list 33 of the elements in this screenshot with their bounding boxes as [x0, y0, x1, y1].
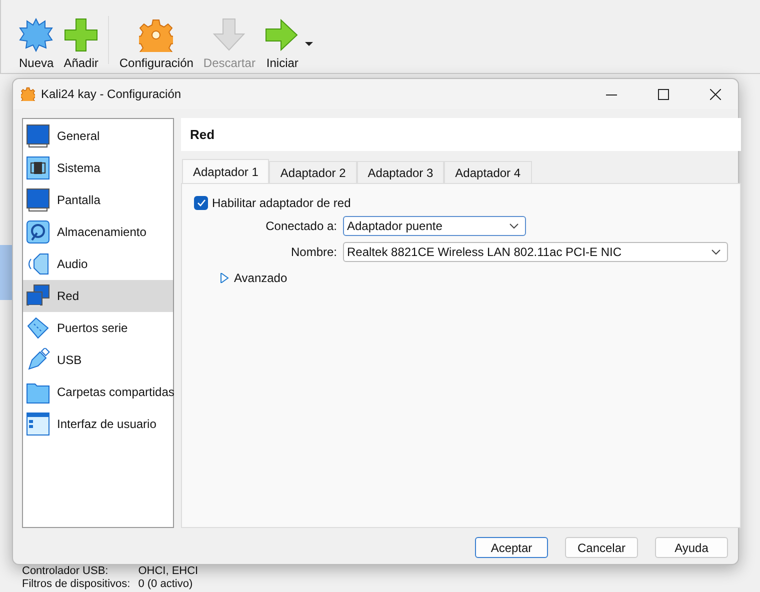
category-item[interactable]: Sistema — [23, 152, 173, 184]
window-title: Kali24 kay - Configuración — [41, 87, 182, 101]
checkbox-label[interactable]: Habilitar adaptador de red — [212, 196, 351, 210]
toolbar-button[interactable]: Configuración — [115, 18, 198, 70]
category-item[interactable]: Almacenamiento — [23, 216, 173, 248]
detail-value: OHCI, EHCI — [138, 565, 198, 578]
toolbar-button[interactable]: Añadir — [60, 18, 102, 70]
category-item[interactable]: Carpetas compartidas — [23, 376, 173, 408]
adapter-tab[interactable]: Adaptador 3 — [356, 161, 444, 184]
category-item[interactable]: Puertos serie — [23, 312, 173, 344]
category-item[interactable]: Pantalla — [23, 184, 173, 216]
adapter-tab[interactable]: Adaptador 1 — [182, 159, 270, 184]
category-item[interactable]: USB — [23, 344, 173, 376]
adapter-name-dropdown[interactable]: Realtek 8821CE Wireless LAN 802.11ac PCI-E NIC — [343, 242, 728, 262]
advanced-toggle[interactable]: Avanzado — [194, 270, 728, 286]
toolbar-button[interactable]: Iniciar — [261, 18, 304, 70]
category-item[interactable]: Audio — [23, 248, 173, 280]
adapter-tab[interactable]: Adaptador 4 — [444, 161, 532, 184]
dialog-button[interactable]: Cancelar — [565, 537, 638, 558]
category-item[interactable]: Red — [23, 280, 173, 312]
toolbar-button[interactable]: Nueva — [15, 18, 58, 70]
field-label: Nombre: — [290, 245, 337, 259]
detail-value: 0 (0 activo) — [138, 578, 194, 591]
detail-label: Controlador USB: — [22, 565, 110, 578]
dialog-button[interactable]: Aceptar — [475, 537, 548, 558]
page-heading: Red — [181, 118, 741, 151]
dialog-button[interactable]: Ayuda — [655, 537, 728, 558]
category-item[interactable]: General — [23, 120, 173, 152]
detail-label: Filtros de dispositivos: — [22, 578, 130, 591]
attached-to-dropdown[interactable]: Adaptador puente — [343, 216, 526, 236]
category-item[interactable]: Interfaz de usuario — [23, 408, 173, 440]
field-label: Conectado a: — [264, 219, 337, 233]
adapter-tab[interactable]: Adaptador 2 — [269, 161, 357, 184]
